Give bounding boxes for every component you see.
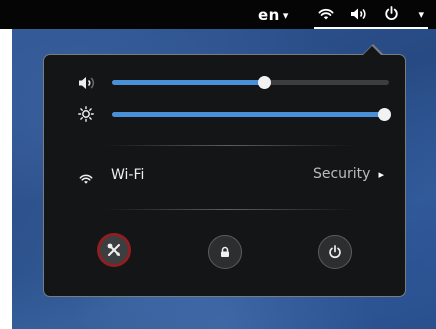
volume-slider-fill <box>112 80 265 85</box>
volume-slider-handle[interactable] <box>258 76 272 89</box>
volume-icon <box>350 7 368 21</box>
submenu-arrow-icon: ▸ <box>378 167 384 181</box>
volume-slider[interactable] <box>112 76 389 89</box>
wifi-status-text: Security <box>312 166 371 182</box>
system-menu-indicators[interactable]: ▾ <box>314 0 428 29</box>
brightness-slider-fill <box>112 112 384 117</box>
brightness-slider[interactable] <box>112 108 391 121</box>
lock-button[interactable] <box>208 235 242 269</box>
language-caret-icon: ▾ <box>282 9 289 22</box>
wifi-icon <box>318 7 334 21</box>
wifi-label[interactable]: Wi-Fi <box>111 167 144 183</box>
wifi-icon <box>79 170 93 189</box>
top-bar: en ▾ ▾ <box>0 0 436 29</box>
settings-icon <box>106 242 122 258</box>
power-icon <box>328 245 342 259</box>
brightness-slider-handle[interactable] <box>378 108 391 121</box>
language-indicator[interactable]: en ▾ <box>258 0 289 29</box>
power-icon <box>384 6 399 21</box>
system-menu-caret-icon: ▾ <box>418 8 424 21</box>
separator <box>104 209 354 210</box>
screen: en ▾ ▾ Wi-Fi Security ▸ <box>0 0 436 329</box>
wifi-status[interactable]: Security ▸ <box>313 166 384 182</box>
settings-button[interactable] <box>97 233 131 267</box>
popover-arrow-fill <box>363 46 381 55</box>
separator <box>104 145 354 146</box>
brightness-icon <box>78 106 94 126</box>
volume-icon <box>78 75 96 95</box>
system-menu-panel: Wi-Fi Security ▸ <box>43 46 406 297</box>
language-label: en <box>258 5 280 24</box>
lock-icon <box>219 246 231 258</box>
power-off-button[interactable] <box>318 235 352 269</box>
